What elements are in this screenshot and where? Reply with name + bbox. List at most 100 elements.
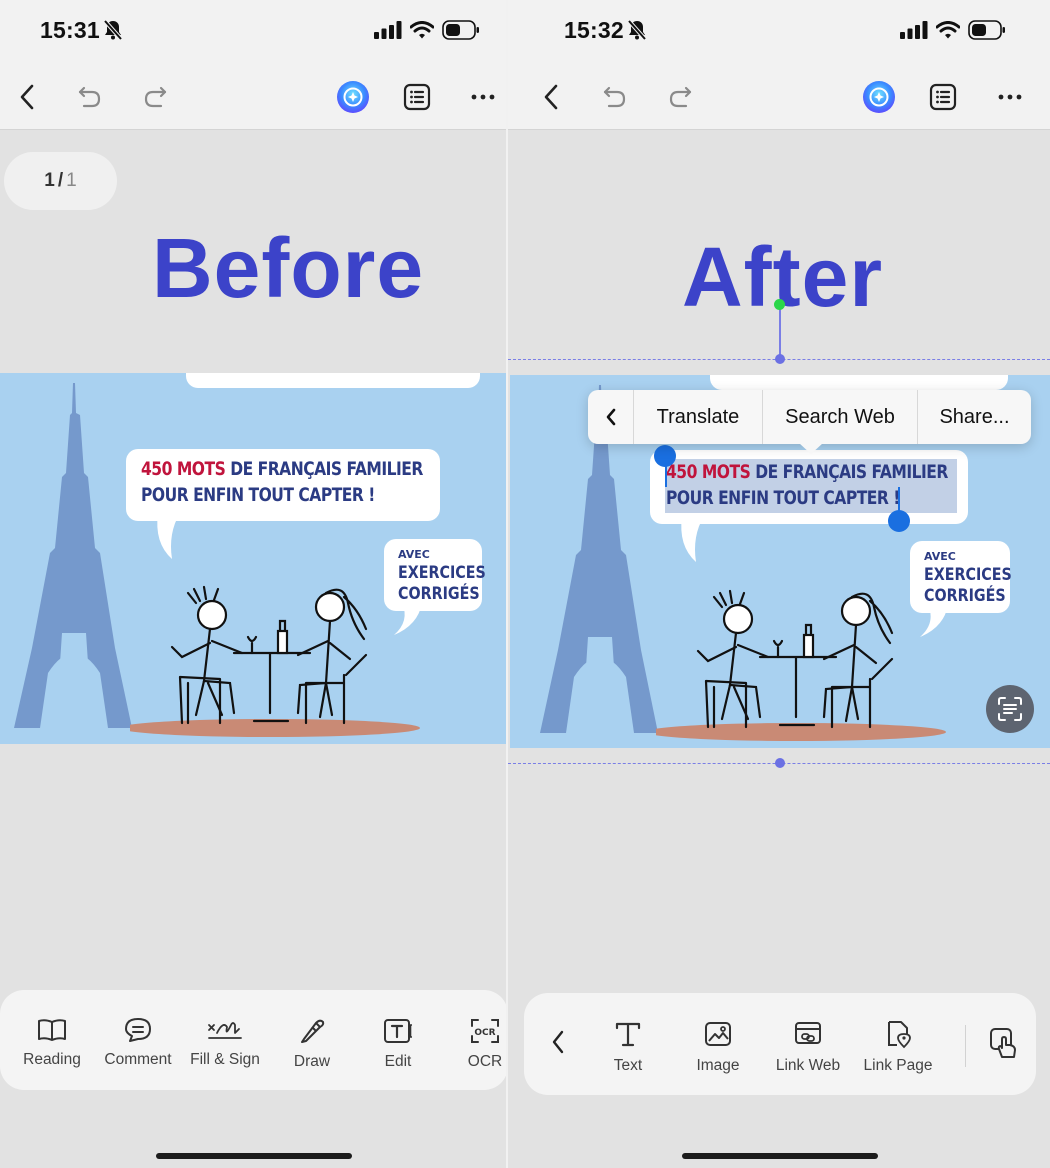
battery-icon xyxy=(442,20,479,40)
text-icon xyxy=(615,1022,641,1047)
wifi-icon xyxy=(410,21,434,39)
tool-ocr[interactable]: OCR OCR xyxy=(440,1017,506,1071)
book-icon xyxy=(38,1019,66,1041)
bell-muted-icon xyxy=(103,19,123,41)
tool-fill-sign-label: Fill & Sign xyxy=(190,1051,260,1068)
tool-fill-sign[interactable]: Fill & Sign xyxy=(180,1017,270,1069)
status-bar: 15:31 xyxy=(0,0,506,64)
tool-link-page[interactable]: Link Page xyxy=(853,1019,943,1075)
top-toolbar xyxy=(508,64,1050,130)
before-screen: 15:31 1/1 Before 450 MOTS DE FRANÇAIS FA… xyxy=(0,0,506,1168)
cafe-couple-illustration xyxy=(130,585,420,737)
document-page-image: 450 MOTS DE FRANÇAIS FAMILIER POUR ENFIN… xyxy=(0,373,506,744)
redo-icon[interactable] xyxy=(140,82,170,112)
status-time: 15:31 xyxy=(40,17,123,44)
cellular-signal-icon xyxy=(374,21,402,39)
avec-label: AVEC xyxy=(924,550,956,563)
tool-image-label: Image xyxy=(696,1057,740,1074)
headline-text: 450 MOTS DE FRANÇAIS FAMILIER POUR ENFIN… xyxy=(141,459,423,506)
tool-comment[interactable]: Comment xyxy=(93,1017,183,1069)
image-icon xyxy=(705,1022,731,1046)
cellular-signal-icon xyxy=(900,21,928,39)
signature-icon xyxy=(208,1022,242,1039)
more-options-icon[interactable] xyxy=(468,82,498,112)
tool-text[interactable]: Text xyxy=(583,1019,673,1075)
touch-select-icon xyxy=(990,1028,1016,1058)
chevron-left-icon xyxy=(552,1030,564,1054)
battery-icon xyxy=(968,20,1005,40)
redo-icon[interactable] xyxy=(665,82,695,112)
pen-icon xyxy=(301,1019,325,1043)
link-web-icon xyxy=(795,1022,821,1044)
context-menu-pointer xyxy=(799,443,823,454)
more-options-icon[interactable] xyxy=(995,82,1025,112)
speech-bubble-tail xyxy=(157,513,180,559)
bottom-tools-bar: Reading Comment Fill & Sign Draw Edit OC… xyxy=(0,990,506,1090)
scan-text-button[interactable] xyxy=(986,685,1034,733)
rotate-handle[interactable] xyxy=(774,299,785,310)
scan-text-icon xyxy=(998,697,1022,721)
resize-handle-top[interactable] xyxy=(775,354,785,364)
after-label: After xyxy=(682,230,884,324)
ai-assistant-icon[interactable] xyxy=(861,79,897,115)
before-label: Before xyxy=(152,221,425,315)
resize-handle-bottom[interactable] xyxy=(775,758,785,768)
tool-comment-label: Comment xyxy=(104,1051,172,1068)
tools-divider xyxy=(965,1025,966,1067)
context-menu-back-button[interactable] xyxy=(588,390,634,444)
home-indicator[interactable] xyxy=(156,1153,352,1159)
cafe-couple-illustration xyxy=(656,589,946,741)
tool-ocr-label: OCR xyxy=(467,1053,503,1070)
after-screen: 15:32 After 450 MOTS DE FRANÇAIS FAMILIE… xyxy=(508,0,1050,1168)
page-indicator: 1/1 xyxy=(4,152,117,210)
home-indicator[interactable] xyxy=(682,1153,878,1159)
avec-label: AVEC xyxy=(398,548,430,561)
context-menu-translate[interactable]: Translate xyxy=(634,390,763,444)
chevron-left-icon xyxy=(606,408,615,426)
link-page-icon xyxy=(888,1021,911,1049)
status-time: 15:32 xyxy=(564,17,647,44)
wifi-icon xyxy=(936,21,960,39)
context-menu-share[interactable]: Share... xyxy=(918,390,1031,444)
page-total: 1 xyxy=(66,170,77,191)
comment-icon xyxy=(125,1018,151,1042)
outline-list-icon[interactable] xyxy=(928,82,958,112)
context-menu-search-web[interactable]: Search Web xyxy=(763,390,918,444)
selection-end-handle[interactable] xyxy=(888,510,910,532)
text-box-icon xyxy=(384,1019,412,1043)
text-context-menu: Translate Search Web Share... xyxy=(588,390,1031,444)
top-speech-bubble xyxy=(186,373,480,388)
undo-icon[interactable] xyxy=(75,82,105,112)
svg-text:OCR: OCR xyxy=(474,1028,495,1038)
tool-reading[interactable]: Reading xyxy=(7,1017,97,1069)
back-icon[interactable] xyxy=(536,82,566,112)
tool-link-web[interactable]: Link Web xyxy=(763,1019,853,1075)
touch-select-button[interactable] xyxy=(989,1027,1019,1066)
top-speech-bubble xyxy=(710,375,1008,390)
tool-link-page-label: Link Page xyxy=(863,1057,933,1074)
back-icon[interactable] xyxy=(12,82,42,112)
selected-headline-text[interactable]: 450 MOTS DE FRANÇAIS FAMILIER POUR ENFIN… xyxy=(666,460,948,512)
bell-muted-icon xyxy=(627,19,647,41)
page-separator: / xyxy=(57,170,64,191)
outline-list-icon[interactable] xyxy=(402,82,432,112)
system-icons xyxy=(900,20,1006,40)
tool-text-label: Text xyxy=(613,1057,643,1074)
tool-link-web-label: Link Web xyxy=(775,1057,841,1074)
ai-assistant-icon[interactable] xyxy=(335,79,371,115)
rotate-handle-line xyxy=(779,305,781,359)
ocr-icon: OCR xyxy=(471,1019,499,1043)
tool-edit[interactable]: Edit xyxy=(353,1017,443,1071)
tools-back-button[interactable] xyxy=(550,1029,566,1060)
tool-image[interactable]: Image xyxy=(673,1019,763,1075)
undo-icon[interactable] xyxy=(600,82,630,112)
tool-draw-label: Draw xyxy=(293,1053,331,1070)
system-icons xyxy=(374,20,480,40)
tool-draw[interactable]: Draw xyxy=(267,1017,357,1071)
tool-edit-label: Edit xyxy=(384,1053,412,1070)
edit-tools-bar: Text Image Link Web Link Page xyxy=(524,993,1036,1095)
top-toolbar xyxy=(0,64,506,130)
tool-reading-label: Reading xyxy=(23,1051,81,1068)
selection-start-handle[interactable] xyxy=(654,445,676,467)
speech-bubble-tail xyxy=(681,516,704,562)
